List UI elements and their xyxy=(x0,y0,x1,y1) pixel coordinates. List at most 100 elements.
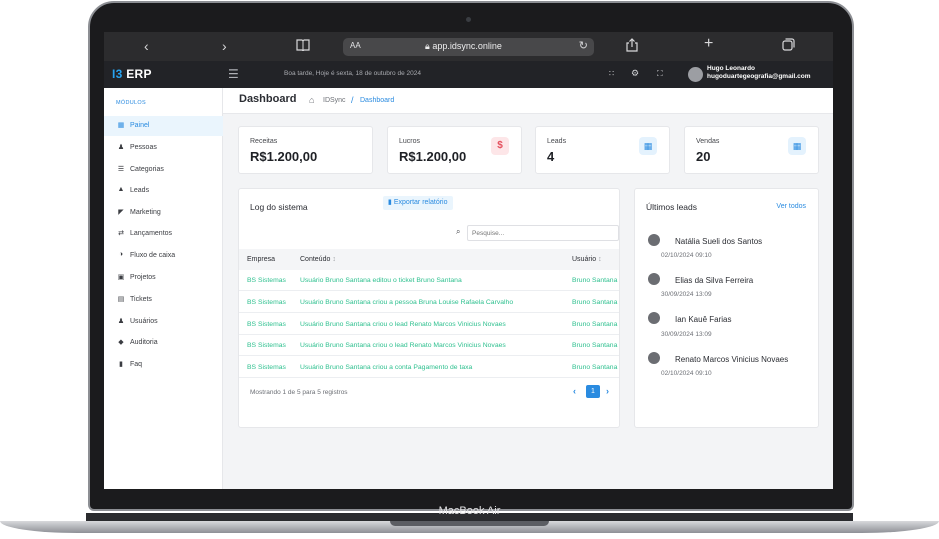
leads-title: Últimos leads xyxy=(646,202,698,212)
search-icon: ⌕ xyxy=(456,227,461,236)
stat-card-lucros: Lucros R$1.200,00 $ xyxy=(387,126,522,174)
user-name[interactable]: Hugo Leonardo xyxy=(707,65,755,72)
sidebar-item-faq[interactable]: ▮ Faq xyxy=(104,355,223,375)
plus-icon[interactable]: + xyxy=(704,36,713,52)
breadcrumb: Dashboard ⌂ IDSync / Dashboard xyxy=(223,88,833,114)
back-icon[interactable]: ‹ xyxy=(144,38,149,54)
dollar-icon: $ xyxy=(491,137,509,155)
lead-avatar xyxy=(648,273,660,285)
app-topbar: I3 ERP ☰ Boa tarde, Hoje é sexta, 18 de … xyxy=(104,61,833,88)
sidebar-item-tickets[interactable]: ▤ Tickets xyxy=(104,290,223,310)
calendar-icon: ▦ xyxy=(639,137,657,155)
ticket-icon: ▤ xyxy=(117,296,125,303)
menu-toggle-icon[interactable]: ☰ xyxy=(228,67,239,81)
camera xyxy=(466,17,471,22)
pagination-next-icon[interactable]: › xyxy=(606,386,609,396)
sort-icon: ↕ xyxy=(332,256,336,263)
table-row[interactable]: BS Sistemas Usuário Bruno Santana criou … xyxy=(239,292,619,313)
sidebar-item-categorias[interactable]: ☰ Categorias xyxy=(104,160,223,180)
user-avatar[interactable] xyxy=(688,67,703,82)
lead-name[interactable]: Ian Kauê Farias xyxy=(675,315,731,324)
screen: ‹ › AA 🔒︎ app.idsync.online ↻ + I3 ERP ☰… xyxy=(104,32,833,489)
forward-icon[interactable]: › xyxy=(222,38,227,54)
sidebar-item-marketing[interactable]: ◤ Marketing xyxy=(104,203,223,223)
sidebar-section-label: MÓDULOS xyxy=(116,100,146,106)
sidebar-item-leads[interactable]: ▲ Leads xyxy=(104,181,223,201)
brand-logo[interactable]: I3 ERP xyxy=(112,67,152,81)
user-email[interactable]: hugoduartegeografia@gmail.com xyxy=(707,73,811,80)
people-icon: ♟ xyxy=(117,144,125,151)
stat-value: 4 xyxy=(547,149,555,164)
sort-icon: ↕ xyxy=(598,256,602,263)
reload-icon[interactable]: ↻ xyxy=(579,39,588,52)
stat-label: Lucros xyxy=(399,138,421,145)
search-input[interactable] xyxy=(467,225,619,241)
lead-name[interactable]: Renato Marcos Vinicius Novaes xyxy=(675,355,788,364)
page-title: Dashboard xyxy=(239,93,297,105)
faq-icon: ▮ xyxy=(119,361,123,368)
settings-icon[interactable]: ⚙ xyxy=(631,68,639,79)
apps-icon[interactable]: ∷ xyxy=(609,69,614,78)
browser-toolbar: ‹ › AA 🔒︎ app.idsync.online ↻ + xyxy=(104,32,833,61)
breadcrumb-root[interactable]: IDSync xyxy=(323,97,346,104)
table-row[interactable]: BS Sistemas Usuário Bruno Santana criou … xyxy=(239,335,619,356)
lead-avatar xyxy=(648,312,660,324)
log-title: Log do sistema xyxy=(250,202,308,212)
brand-prefix: I3 xyxy=(112,67,123,81)
stat-value: R$1.200,00 xyxy=(399,149,467,164)
file-icon: ▮ xyxy=(388,199,392,206)
dashboard-icon: ▦ xyxy=(117,122,125,129)
calendar-icon: ▦ xyxy=(788,137,806,155)
home-icon[interactable]: ⌂ xyxy=(309,95,314,105)
table-row[interactable]: BS Sistemas Usuário Bruno Santana editou… xyxy=(239,270,619,291)
greeting-text: Boa tarde, Hoje é sexta, 18 de outubro d… xyxy=(284,70,421,77)
stat-label: Vendas xyxy=(696,138,720,145)
lock-icon: 🔒︎ xyxy=(425,41,430,51)
lead-avatar xyxy=(648,352,660,364)
table-footer-info: Mostrando 1 de 5 para 5 registros xyxy=(250,389,348,396)
pagination-prev-icon[interactable]: ‹ xyxy=(573,386,576,396)
export-report-button[interactable]: ▮ Exportar relatório xyxy=(383,196,453,210)
lead-name[interactable]: Elias da Silva Ferreira xyxy=(675,276,753,285)
sidebar-item-fluxo-de-caixa[interactable]: ◑ Fluxo de caixa xyxy=(104,246,223,266)
tabs-icon[interactable] xyxy=(782,38,795,54)
book-icon[interactable] xyxy=(296,38,310,54)
sidebar: MÓDULOS ▦ Painel ♟ Pessoas ☰ Categorias … xyxy=(104,88,223,489)
list-icon: ☰ xyxy=(117,166,125,173)
lead-date: 30/09/2024 13:09 xyxy=(661,291,712,298)
pagination-current-page[interactable]: 1 xyxy=(586,385,600,398)
breadcrumb-separator: / xyxy=(351,95,354,105)
column-header-usuario[interactable]: Usuário ↕ xyxy=(572,256,602,263)
cash-flow-icon: ◑ xyxy=(118,251,124,258)
table-row[interactable]: BS Sistemas Usuário Bruno Santana criou … xyxy=(239,357,619,378)
users-icon: ♟ xyxy=(117,318,125,325)
user-icon: ▲ xyxy=(117,186,125,193)
column-header-conteudo[interactable]: Conteúdo ↕ xyxy=(300,256,336,263)
fullscreen-icon[interactable]: ⛶ xyxy=(657,69,663,79)
sidebar-item-projetos[interactable]: ▣ Projetos xyxy=(104,268,223,288)
view-all-link[interactable]: Ver todos xyxy=(776,203,806,210)
transfer-icon: ⇄ xyxy=(118,230,124,237)
lead-name[interactable]: Natália Sueli dos Santos xyxy=(675,237,762,246)
share-icon[interactable] xyxy=(626,38,638,55)
sidebar-item-painel[interactable]: ▦ Painel xyxy=(104,116,223,136)
text-size-button[interactable]: AA xyxy=(350,41,361,50)
system-log-card: Log do sistema ▮ Exportar relatório ⌕ Em… xyxy=(238,188,620,428)
stat-label: Receitas xyxy=(250,138,278,145)
briefcase-icon: ▣ xyxy=(117,274,125,281)
latest-leads-card: Últimos leads Ver todos Natália Sueli do… xyxy=(634,188,819,428)
sidebar-item-auditoria[interactable]: ◆ Auditoria xyxy=(104,333,223,353)
stat-label: Leads xyxy=(547,138,567,145)
sidebar-item-pessoas[interactable]: ♟ Pessoas xyxy=(104,138,223,158)
lead-date: 02/10/2024 09:10 xyxy=(661,370,712,377)
sidebar-item-usuarios[interactable]: ♟ Usuários xyxy=(104,312,223,332)
shield-icon: ◆ xyxy=(118,339,124,346)
column-header-empresa[interactable]: Empresa xyxy=(247,256,275,263)
table-row[interactable]: BS Sistemas Usuário Bruno Santana criou … xyxy=(239,314,619,335)
stat-value: 20 xyxy=(696,149,711,164)
megaphone-icon: ◤ xyxy=(118,209,124,216)
table-header: Empresa Conteúdo ↕ Usuário ↕ xyxy=(239,249,619,270)
address-bar[interactable]: AA 🔒︎ app.idsync.online ↻ xyxy=(343,38,594,56)
sidebar-item-lancamentos[interactable]: ⇄ Lançamentos xyxy=(104,224,223,244)
lead-date: 30/09/2024 13:09 xyxy=(661,331,712,338)
